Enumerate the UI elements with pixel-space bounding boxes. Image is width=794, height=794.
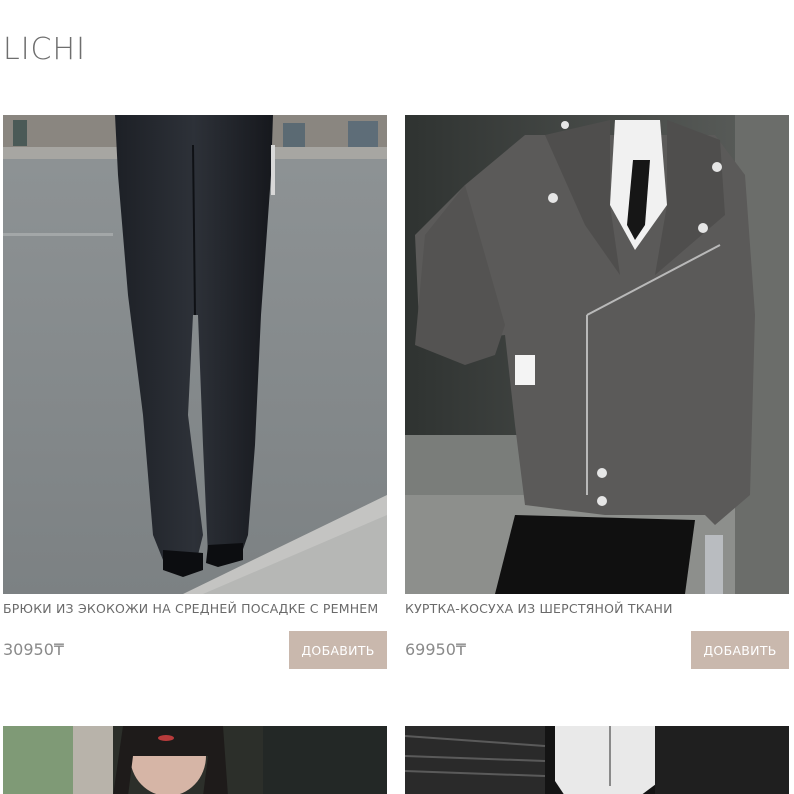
product-image-trousers[interactable] [3,115,387,594]
add-to-cart-button[interactable]: ДОБАВИТЬ [691,631,789,669]
product-name[interactable]: БРЮКИ ИЗ ЭКОКОЖИ НА СРЕДНЕЙ ПОСАДКЕ С РЕ… [3,601,387,617]
catalog-page: LICHI БРЮКИ ИЗ ЭКОКОЖИ НА СРЕДНЕЙ ПОСАДК… [0,0,794,794]
product-image-jacket[interactable] [405,115,789,594]
add-to-cart-button[interactable]: ДОБАВИТЬ [289,631,387,669]
product-price: 30950₸ [3,640,65,659]
price-row: 69950₸ ДОБАВИТЬ [405,631,789,669]
product-image[interactable] [3,726,387,794]
product-card: КУРТКА-КОСУХА ИЗ ШЕРСТЯНОЙ ТКАНИ 69950₸ … [405,115,789,669]
product-image[interactable] [405,726,789,794]
product-price: 69950₸ [405,640,467,659]
product-card [405,726,789,794]
product-card [3,726,387,794]
product-name[interactable]: КУРТКА-КОСУХА ИЗ ШЕРСТЯНОЙ ТКАНИ [405,601,789,617]
product-card: БРЮКИ ИЗ ЭКОКОЖИ НА СРЕДНЕЙ ПОСАДКЕ С РЕ… [3,115,387,669]
price-row: 30950₸ ДОБАВИТЬ [3,631,387,669]
brand-logo[interactable]: LICHI [3,30,86,70]
